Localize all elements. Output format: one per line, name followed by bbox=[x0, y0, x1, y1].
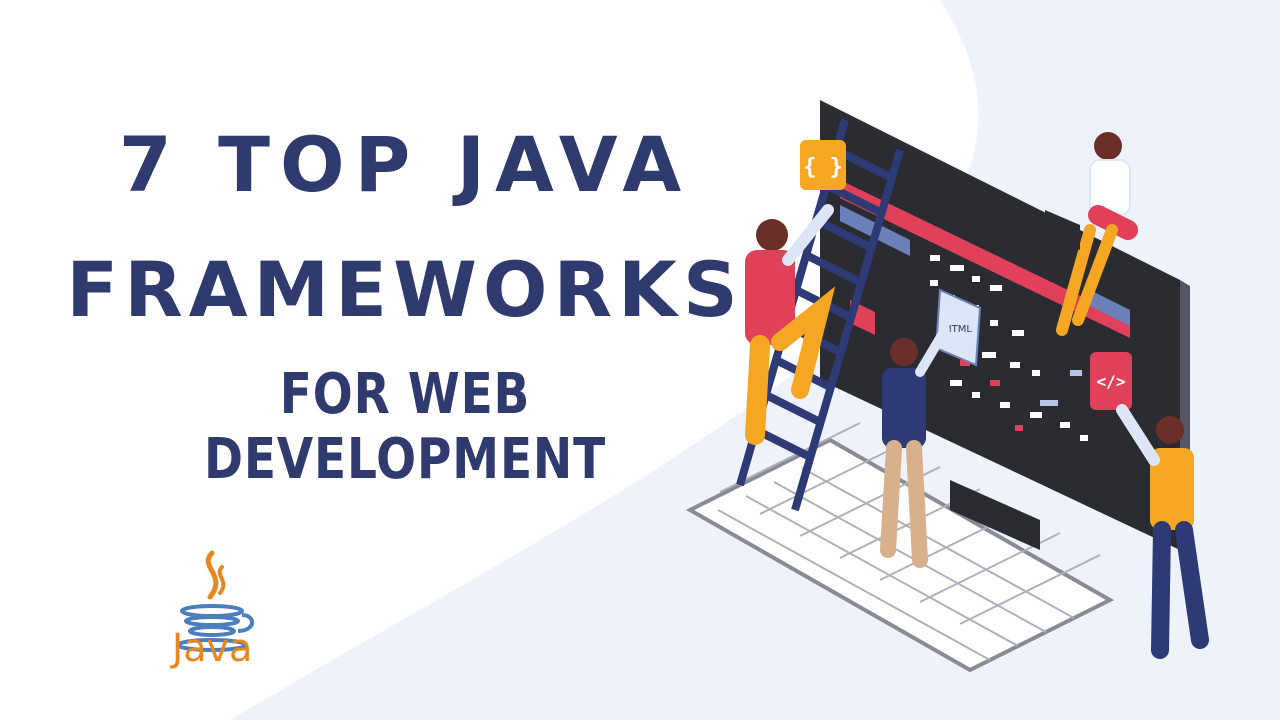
headline-line-1: 7 TOP JAVA bbox=[118, 120, 692, 209]
headline-subtitle: FOR WEB DEVELOPMENT bbox=[203, 362, 607, 492]
java-logo-label: Java bbox=[172, 626, 253, 670]
braces-badge-text: { } bbox=[803, 155, 843, 180]
developers-illustration: { } </> HTML bbox=[685, 100, 1209, 673]
headline-line-2: FRAMEWORKS bbox=[66, 245, 744, 334]
code-tag-icon: </> bbox=[1090, 352, 1132, 410]
curly-braces-icon: { } bbox=[800, 140, 846, 190]
code-badge-text: </> bbox=[1097, 372, 1126, 391]
